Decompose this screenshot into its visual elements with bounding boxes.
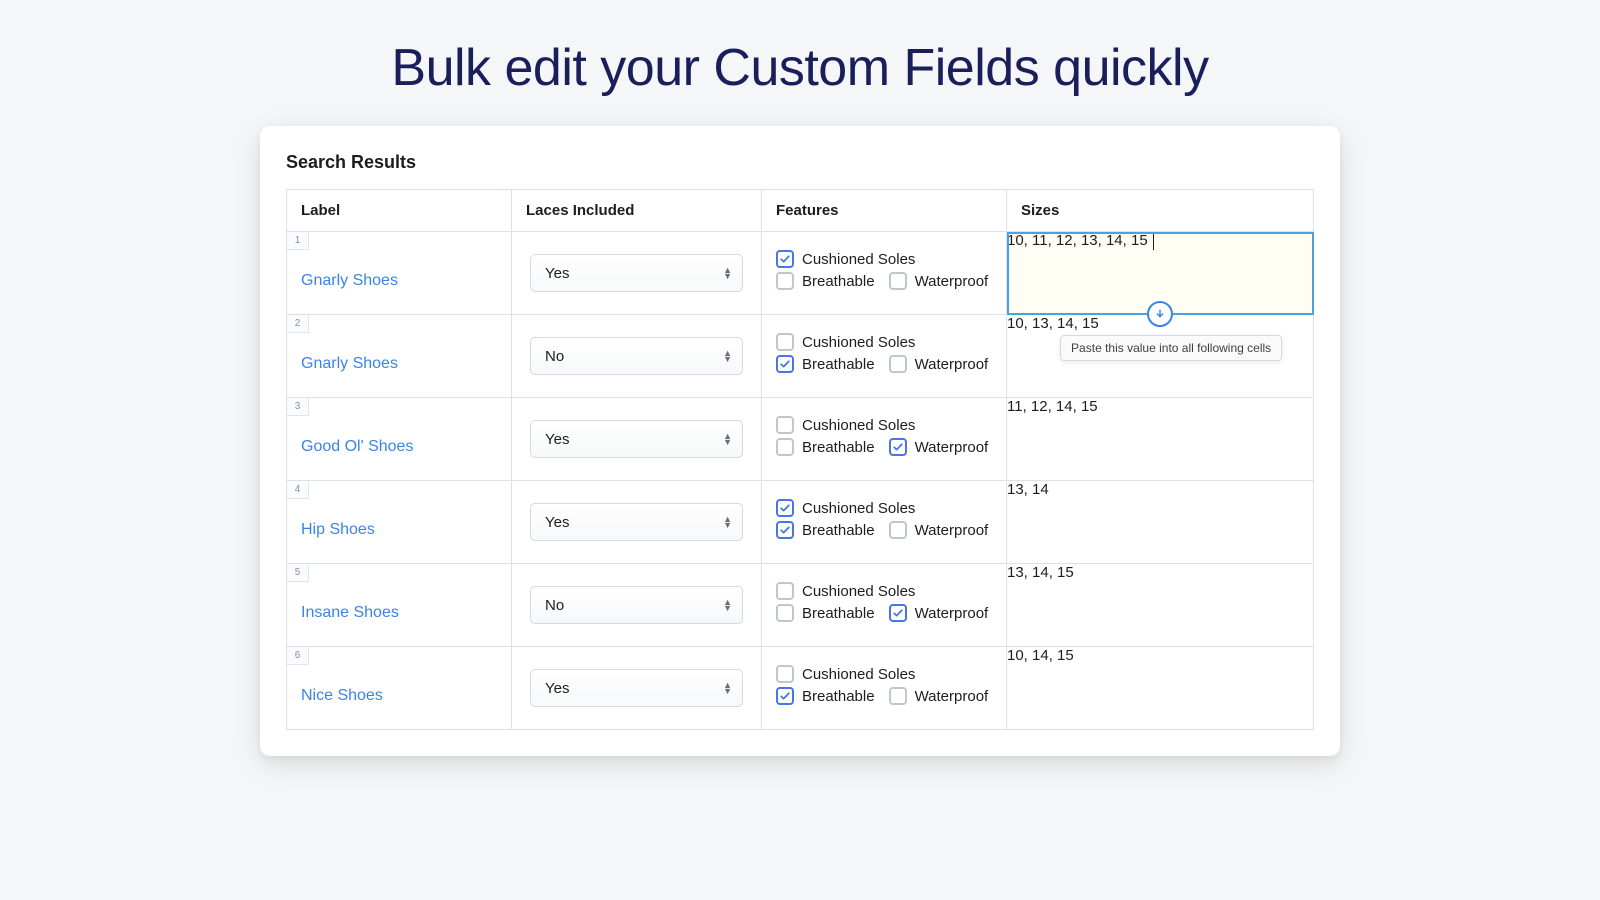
checkbox-waterproof[interactable]: Waterproof xyxy=(889,604,989,622)
select-stepper-icon: ▲▼ xyxy=(723,350,732,362)
product-label-link[interactable]: Gnarly Shoes xyxy=(301,355,398,372)
sizes-value: 10, 14, 15 xyxy=(1007,647,1074,664)
sizes-value: 13, 14, 15 xyxy=(1007,564,1074,581)
table-row: 1 Gnarly Shoes Yes ▲▼ xyxy=(287,232,1314,315)
checkbox-breathable[interactable]: Breathable xyxy=(776,687,875,705)
laces-select[interactable]: Yes ▲▼ xyxy=(530,669,743,707)
sizes-value: 10, 13, 14, 15 xyxy=(1007,315,1099,332)
checkbox-waterproof-label: Waterproof xyxy=(915,522,989,539)
laces-select-value: Yes xyxy=(545,680,569,697)
checkbox-waterproof[interactable]: Waterproof xyxy=(889,438,989,456)
product-label-link[interactable]: Good Ol' Shoes xyxy=(301,438,413,455)
table-row: 5 Insane Shoes No ▲▼ xyxy=(287,564,1314,647)
checkbox-waterproof-label: Waterproof xyxy=(915,439,989,456)
checkbox-cushioned-label: Cushioned Soles xyxy=(802,417,915,434)
checkbox-cushioned[interactable]: Cushioned Soles xyxy=(776,416,915,434)
sizes-cell[interactable]: 10, 11, 12, 13, 14, 15 Paste this value … xyxy=(1007,232,1314,315)
checkbox-breathable[interactable]: Breathable xyxy=(776,604,875,622)
checkbox-cushioned-label: Cushioned Soles xyxy=(802,500,915,517)
laces-select[interactable]: Yes ▲▼ xyxy=(530,254,743,292)
checkbox-cushioned-label: Cushioned Soles xyxy=(802,251,915,268)
sizes-value: 11, 12, 14, 15 xyxy=(1007,398,1098,415)
product-label-link[interactable]: Insane Shoes xyxy=(301,604,399,621)
sizes-cell[interactable]: 13, 14 xyxy=(1007,481,1314,564)
table-row: 6 Nice Shoes Yes ▲▼ xyxy=(287,647,1314,730)
checkbox-cushioned[interactable]: Cushioned Soles xyxy=(776,250,915,268)
sizes-cell[interactable]: 13, 14, 15 xyxy=(1007,564,1314,647)
col-header-label[interactable]: Label xyxy=(287,190,512,232)
row-index: 5 xyxy=(287,564,309,582)
checkbox-cushioned-label: Cushioned Soles xyxy=(802,583,915,600)
sizes-value: 10, 11, 12, 13, 14, 15 xyxy=(1007,232,1148,249)
laces-select-value: No xyxy=(545,348,564,365)
results-heading: Search Results xyxy=(286,152,1314,173)
laces-select-value: No xyxy=(545,597,564,614)
laces-select[interactable]: Yes ▲▼ xyxy=(530,420,743,458)
select-stepper-icon: ▲▼ xyxy=(723,682,732,694)
row-index: 2 xyxy=(287,315,309,333)
laces-select[interactable]: Yes ▲▼ xyxy=(530,503,743,541)
checkbox-breathable[interactable]: Breathable xyxy=(776,272,875,290)
checkbox-waterproof[interactable]: Waterproof xyxy=(889,272,989,290)
fill-down-handle[interactable]: Paste this value into all following cell… xyxy=(1147,301,1173,327)
checkbox-breathable[interactable]: Breathable xyxy=(776,521,875,539)
checkbox-cushioned[interactable]: Cushioned Soles xyxy=(776,333,915,351)
col-header-laces[interactable]: Laces Included xyxy=(512,190,762,232)
checkbox-cushioned[interactable]: Cushioned Soles xyxy=(776,582,915,600)
text-caret xyxy=(1153,232,1154,250)
checkbox-cushioned[interactable]: Cushioned Soles xyxy=(776,665,915,683)
checkbox-waterproof[interactable]: Waterproof xyxy=(889,687,989,705)
checkbox-waterproof[interactable]: Waterproof xyxy=(889,521,989,539)
checkbox-breathable-label: Breathable xyxy=(802,605,875,622)
row-index: 1 xyxy=(287,232,309,250)
checkbox-breathable-label: Breathable xyxy=(802,688,875,705)
checkbox-waterproof-label: Waterproof xyxy=(915,356,989,373)
select-stepper-icon: ▲▼ xyxy=(723,599,732,611)
checkbox-breathable-label: Breathable xyxy=(802,356,875,373)
col-header-sizes[interactable]: Sizes xyxy=(1007,190,1314,232)
checkbox-breathable[interactable]: Breathable xyxy=(776,438,875,456)
select-stepper-icon: ▲▼ xyxy=(723,433,732,445)
laces-select[interactable]: No ▲▼ xyxy=(530,337,743,375)
product-label-link[interactable]: Gnarly Shoes xyxy=(301,272,398,289)
laces-select-value: Yes xyxy=(545,514,569,531)
select-stepper-icon: ▲▼ xyxy=(723,516,732,528)
checkbox-cushioned-label: Cushioned Soles xyxy=(802,666,915,683)
fill-down-tooltip: Paste this value into all following cell… xyxy=(1060,335,1282,361)
sizes-value: 13, 14 xyxy=(1007,481,1049,498)
checkbox-waterproof-label: Waterproof xyxy=(915,688,989,705)
checkbox-waterproof[interactable]: Waterproof xyxy=(889,355,989,373)
table-row: 4 Hip Shoes Yes ▲▼ xyxy=(287,481,1314,564)
checkbox-breathable-label: Breathable xyxy=(802,273,875,290)
checkbox-waterproof-label: Waterproof xyxy=(915,273,989,290)
checkbox-waterproof-label: Waterproof xyxy=(915,605,989,622)
checkbox-cushioned[interactable]: Cushioned Soles xyxy=(776,499,915,517)
col-header-features[interactable]: Features xyxy=(762,190,1007,232)
row-index: 4 xyxy=(287,481,309,499)
product-label-link[interactable]: Hip Shoes xyxy=(301,521,375,538)
laces-select-value: Yes xyxy=(545,265,569,282)
laces-select-value: Yes xyxy=(545,431,569,448)
results-table: Label Laces Included Features Sizes 1 Gn… xyxy=(286,189,1314,730)
product-label-link[interactable]: Nice Shoes xyxy=(301,687,383,704)
checkbox-breathable[interactable]: Breathable xyxy=(776,355,875,373)
select-stepper-icon: ▲▼ xyxy=(723,267,732,279)
sizes-cell[interactable]: 11, 12, 14, 15 xyxy=(1007,398,1314,481)
checkbox-breathable-label: Breathable xyxy=(802,522,875,539)
laces-select[interactable]: No ▲▼ xyxy=(530,586,743,624)
row-index: 3 xyxy=(287,398,309,416)
checkbox-breathable-label: Breathable xyxy=(802,439,875,456)
row-index: 6 xyxy=(287,647,309,665)
table-row: 3 Good Ol' Shoes Yes ▲▼ xyxy=(287,398,1314,481)
checkbox-cushioned-label: Cushioned Soles xyxy=(802,334,915,351)
page-title: Bulk edit your Custom Fields quickly xyxy=(0,0,1600,126)
results-card: Search Results Label Laces Included Feat… xyxy=(260,126,1340,756)
sizes-cell[interactable]: 10, 14, 15 xyxy=(1007,647,1314,730)
